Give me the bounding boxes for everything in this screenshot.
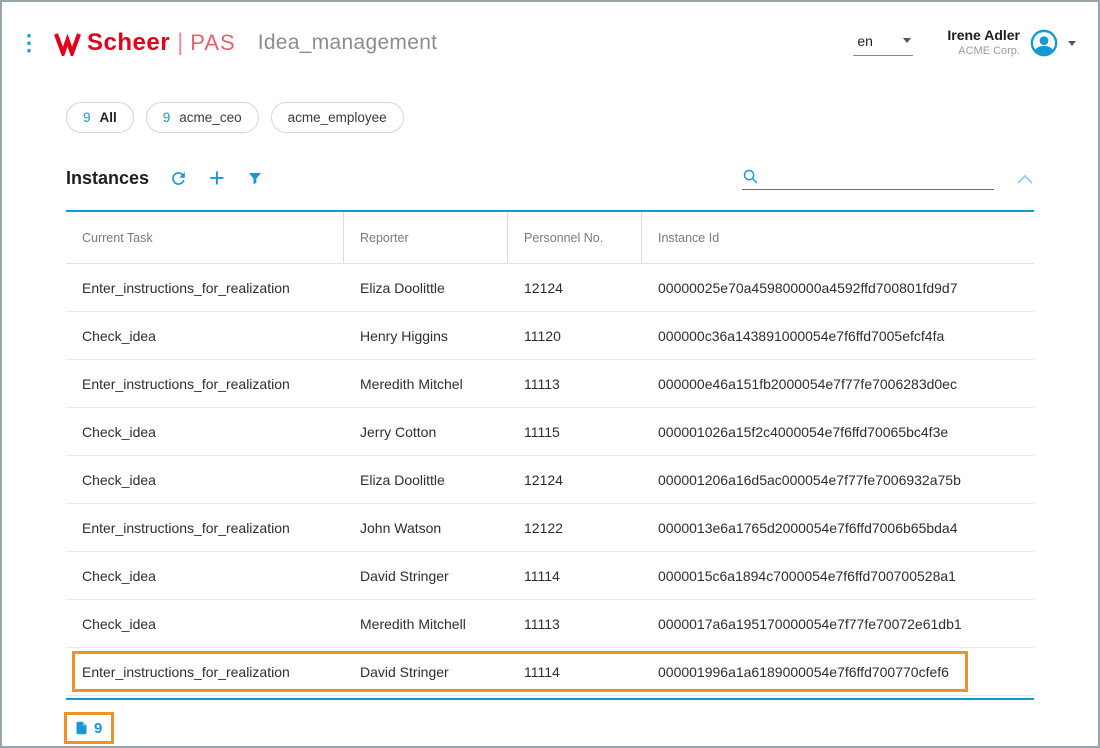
cell-current-task: Enter_instructions_for_realization: [66, 664, 344, 680]
cell-instance-id: 000001206a16d5ac000054e7f77fe7006932a75b: [642, 472, 1034, 488]
cell-personnel-no: 11113: [508, 616, 642, 632]
cell-personnel-no: 11114: [508, 664, 642, 680]
language-value: en: [857, 33, 873, 49]
cell-current-task: Enter_instructions_for_realization: [66, 376, 344, 392]
table-row[interactable]: Enter_instructions_for_realization David…: [66, 648, 1034, 696]
cell-reporter: Meredith Mitchell: [344, 616, 508, 632]
table-header-row: Current Task Reporter Personnel No. Inst…: [66, 212, 1034, 264]
cell-personnel-no: 11113: [508, 376, 642, 392]
cell-reporter: Jerry Cotton: [344, 424, 508, 440]
window-tab: [36, 2, 250, 5]
chip-label: acme_ceo: [179, 110, 241, 125]
table-body: Enter_instructions_for_realization Eliza…: [66, 264, 1034, 696]
record-count-button[interactable]: 9: [64, 712, 114, 744]
cell-instance-id: 00000025e70a459800000a4592ffd700801fd9d7: [642, 280, 1034, 296]
cell-personnel-no: 12124: [508, 472, 642, 488]
search-icon: [742, 168, 759, 185]
refresh-icon: [169, 169, 188, 188]
chip-all[interactable]: 9 All: [66, 102, 134, 133]
language-select[interactable]: en: [853, 31, 913, 56]
table-footer: 9: [64, 712, 1098, 744]
chevron-down-icon: [903, 38, 911, 43]
chip-count: 9: [163, 110, 171, 125]
filter-chips: 9 All 9 acme_ceo acme_employee: [66, 102, 1098, 133]
chip-label: acme_employee: [288, 110, 387, 125]
table-row[interactable]: Enter_instructions_for_realization Eliza…: [66, 264, 1034, 312]
cell-current-task: Check_idea: [66, 328, 344, 344]
avatar-icon: [1028, 27, 1060, 59]
header-right: en Irene Adler ACME Corp.: [853, 27, 1076, 59]
table-row[interactable]: Check_idea Jerry Cotton 11115 000001026a…: [66, 408, 1034, 456]
chevron-down-icon: [1068, 41, 1076, 46]
table-row[interactable]: Check_idea Meredith Mitchell 11113 00000…: [66, 600, 1034, 648]
cell-reporter: Henry Higgins: [344, 328, 508, 344]
cell-personnel-no: 11114: [508, 568, 642, 584]
chip-count: 9: [83, 110, 91, 125]
cell-reporter: John Watson: [344, 520, 508, 536]
table-row[interactable]: Check_idea David Stringer 11114 0000015c…: [66, 552, 1034, 600]
collapse-panel-button[interactable]: [1016, 173, 1034, 185]
brand-name: Scheer: [87, 29, 170, 57]
section-title: Instances: [66, 168, 149, 189]
column-header-personnel-no: Personnel No.: [508, 212, 642, 263]
chip-acme-ceo[interactable]: 9 acme_ceo: [146, 102, 259, 133]
column-header-reporter: Reporter: [344, 212, 508, 263]
table-row[interactable]: Enter_instructions_for_realization John …: [66, 504, 1034, 552]
brand-divider: |: [177, 29, 183, 57]
cell-reporter: David Stringer: [344, 664, 508, 680]
table-row[interactable]: Check_idea Eliza Doolittle 12124 0000012…: [66, 456, 1034, 504]
search-input[interactable]: [766, 168, 994, 184]
search-box: [742, 168, 994, 190]
chevron-up-icon: [1016, 173, 1034, 185]
cell-instance-id: 000001026a15f2c4000054e7f6ffd70065bc4f3e: [642, 424, 1034, 440]
user-org: ACME Corp.: [947, 45, 1020, 59]
cell-current-task: Enter_instructions_for_realization: [66, 280, 344, 296]
cell-current-task: Check_idea: [66, 616, 344, 632]
user-name: Irene Adler: [947, 27, 1020, 45]
cell-personnel-no: 12122: [508, 520, 642, 536]
table-row[interactable]: Check_idea Henry Higgins 11120 000000c36…: [66, 312, 1034, 360]
cell-personnel-no: 11120: [508, 328, 642, 344]
cell-personnel-no: 12124: [508, 280, 642, 296]
user-menu[interactable]: Irene Adler ACME Corp.: [947, 27, 1076, 59]
cell-reporter: Meredith Mitchel: [344, 376, 508, 392]
record-count: 9: [94, 720, 102, 737]
table-row[interactable]: Enter_instructions_for_realization Mered…: [66, 360, 1034, 408]
cell-instance-id: 000000e46a151fb2000054e7f77fe7006283d0ec: [642, 376, 1034, 392]
refresh-button[interactable]: [169, 169, 188, 188]
cell-instance-id: 000001996a1a6189000054e7f6ffd700770cfef6: [642, 664, 1034, 680]
filter-icon: [246, 170, 264, 188]
toolbar-icons: +: [169, 165, 264, 192]
kebab-menu-icon[interactable]: ⋮: [18, 33, 40, 53]
table-end-line: [66, 698, 1034, 700]
brand-product: PAS: [190, 30, 235, 56]
column-header-current-task: Current Task: [66, 212, 344, 263]
cell-current-task: Check_idea: [66, 568, 344, 584]
cell-reporter: Eliza Doolittle: [344, 280, 508, 296]
column-header-instance-id: Instance Id: [642, 212, 1034, 263]
cell-current-task: Check_idea: [66, 424, 344, 440]
add-instance-button[interactable]: +: [209, 165, 225, 192]
chip-label: All: [100, 110, 117, 125]
chip-acme-employee[interactable]: acme_employee: [271, 102, 404, 133]
brand-logo: Scheer | PAS: [54, 29, 236, 57]
app-header: ⋮ Scheer | PAS Idea_management en Irene …: [2, 2, 1098, 66]
cell-current-task: Check_idea: [66, 472, 344, 488]
instances-toolbar: Instances +: [66, 165, 1034, 192]
scheer-logo-icon: [54, 31, 81, 56]
cell-personnel-no: 11115: [508, 424, 642, 440]
cell-instance-id: 0000015c6a1894c7000054e7f6ffd700700528a1: [642, 568, 1034, 584]
cell-reporter: Eliza Doolittle: [344, 472, 508, 488]
document-icon: [74, 719, 89, 737]
cell-reporter: David Stringer: [344, 568, 508, 584]
cell-current-task: Enter_instructions_for_realization: [66, 520, 344, 536]
cell-instance-id: 0000017a6a195170000054e7f77fe70072e61db1: [642, 616, 1034, 632]
instances-table: Current Task Reporter Personnel No. Inst…: [66, 210, 1034, 696]
page-title: Idea_management: [258, 31, 438, 55]
user-info: Irene Adler ACME Corp.: [947, 27, 1020, 58]
app-window: ⋮ Scheer | PAS Idea_management en Irene …: [0, 0, 1100, 748]
cell-instance-id: 000000c36a143891000054e7f6ffd7005efcf4fa: [642, 328, 1034, 344]
cell-instance-id: 0000013e6a1765d2000054e7f6ffd7006b65bda4: [642, 520, 1034, 536]
filter-button[interactable]: [246, 170, 264, 188]
